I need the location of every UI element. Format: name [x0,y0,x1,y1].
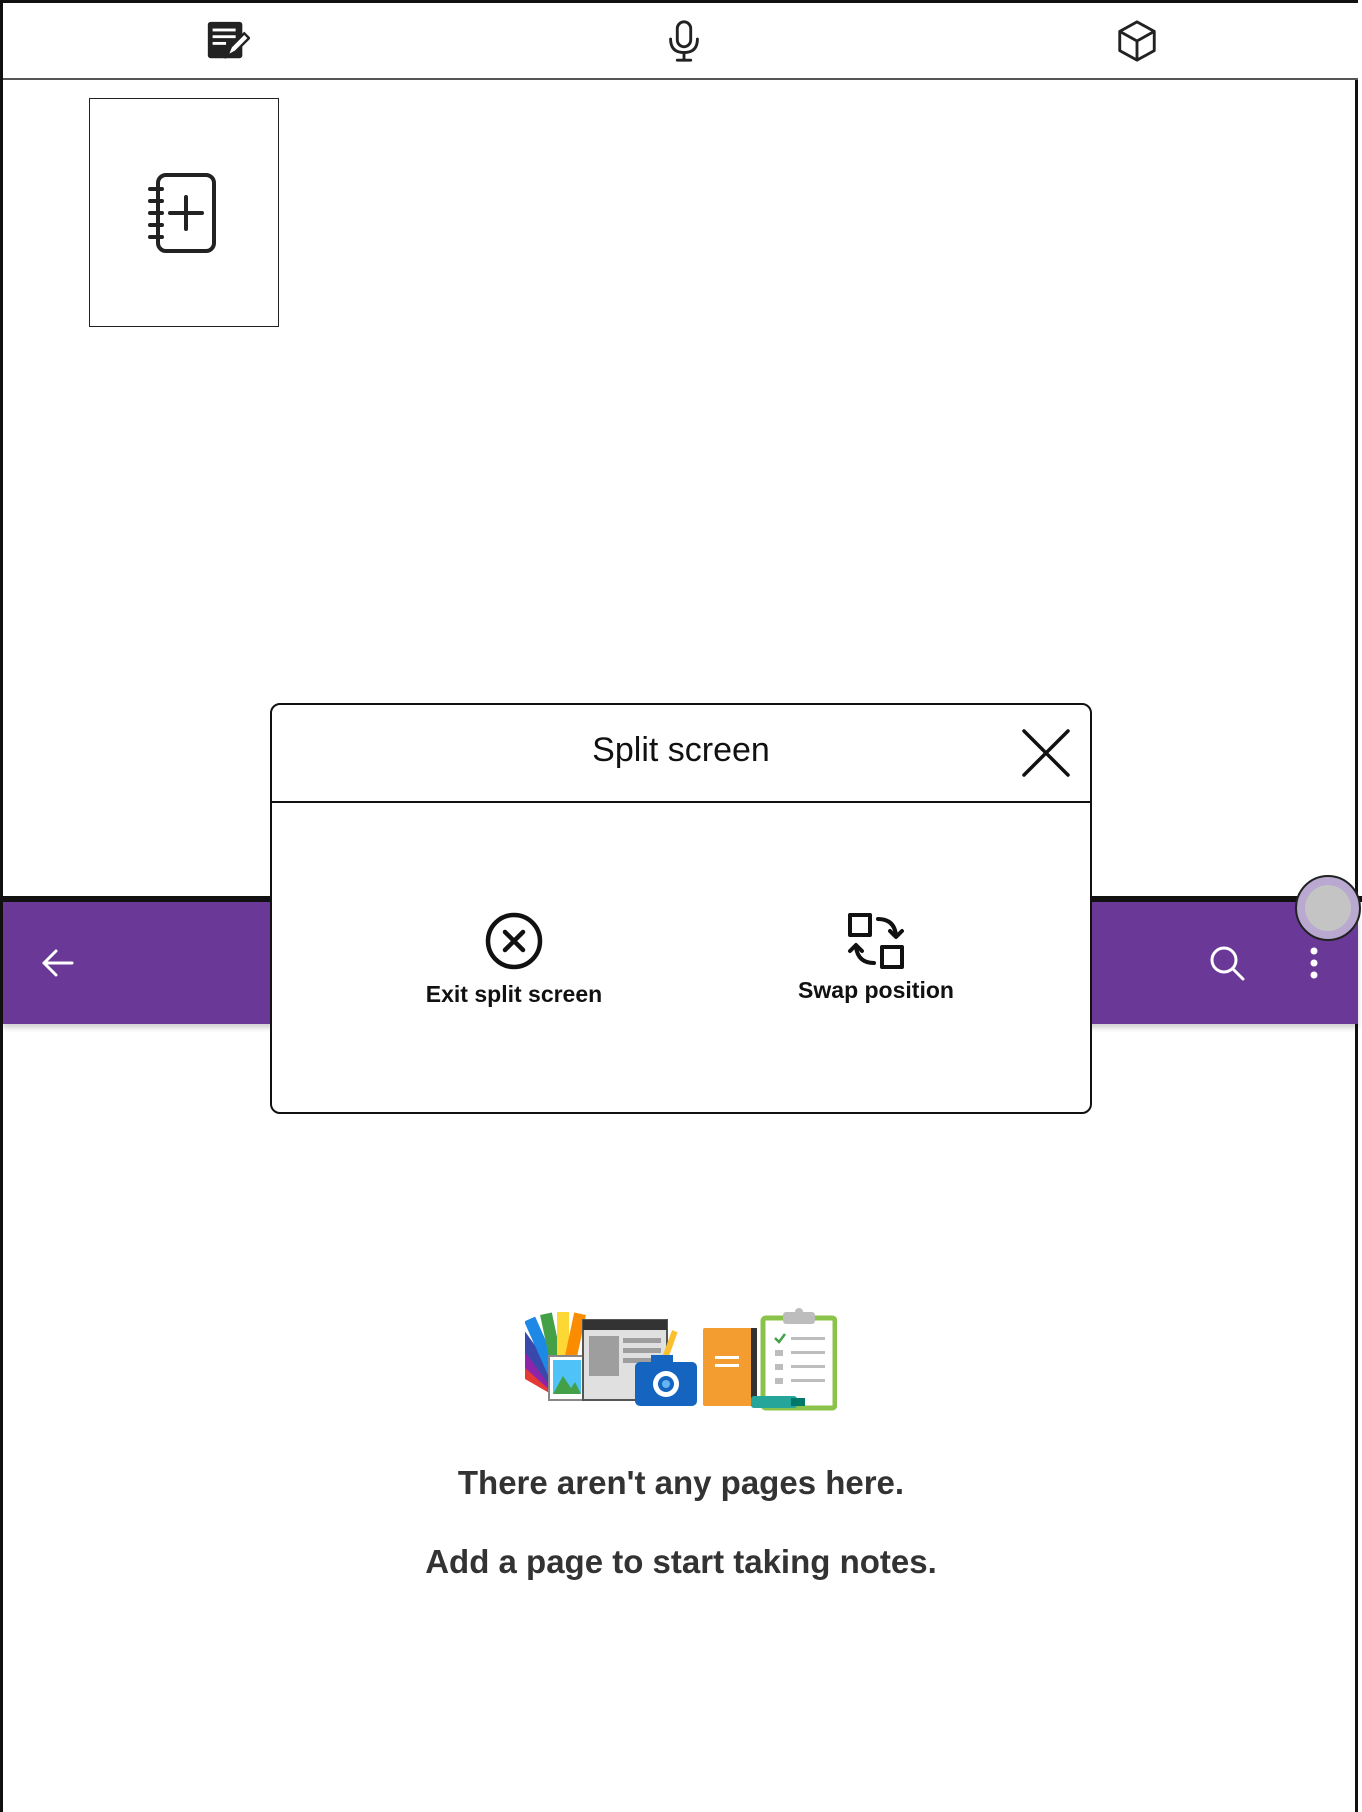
more-vertical-icon[interactable] [1289,938,1339,988]
new-notebook-tile[interactable] [89,98,279,327]
swap-position-label: Swap position [798,977,954,1003]
top-toolbar [3,3,1358,80]
empty-state-subtitle: Add a page to start taking notes. [425,1543,937,1580]
note-pen-icon[interactable] [201,15,253,67]
circle-x-icon [485,912,543,970]
close-button[interactable] [1020,727,1072,779]
dialog-title: Split screen [592,731,770,769]
cube-icon[interactable] [1111,15,1163,67]
dialog-header: Split screen [272,705,1090,803]
drag-handle-knob [1305,885,1351,931]
arrow-back-icon[interactable] [33,938,83,988]
swap-position-button[interactable]: Swap position [746,911,1006,1004]
notebook-add-icon [148,172,216,253]
empty-notes-illustration [525,1308,837,1411]
split-screen-dialog: Split screen Exit split screen Swap posi… [270,703,1092,1114]
swap-squares-icon [848,913,904,969]
close-icon [1022,729,1070,777]
exit-split-screen-label: Exit split screen [425,981,603,1007]
empty-state-title: There aren't any pages here. [457,1464,905,1501]
exit-split-screen-button[interactable]: Exit split screen [384,911,644,1008]
search-icon[interactable] [1202,938,1252,988]
microphone-icon[interactable] [658,15,710,67]
split-drag-handle[interactable] [1295,875,1361,941]
